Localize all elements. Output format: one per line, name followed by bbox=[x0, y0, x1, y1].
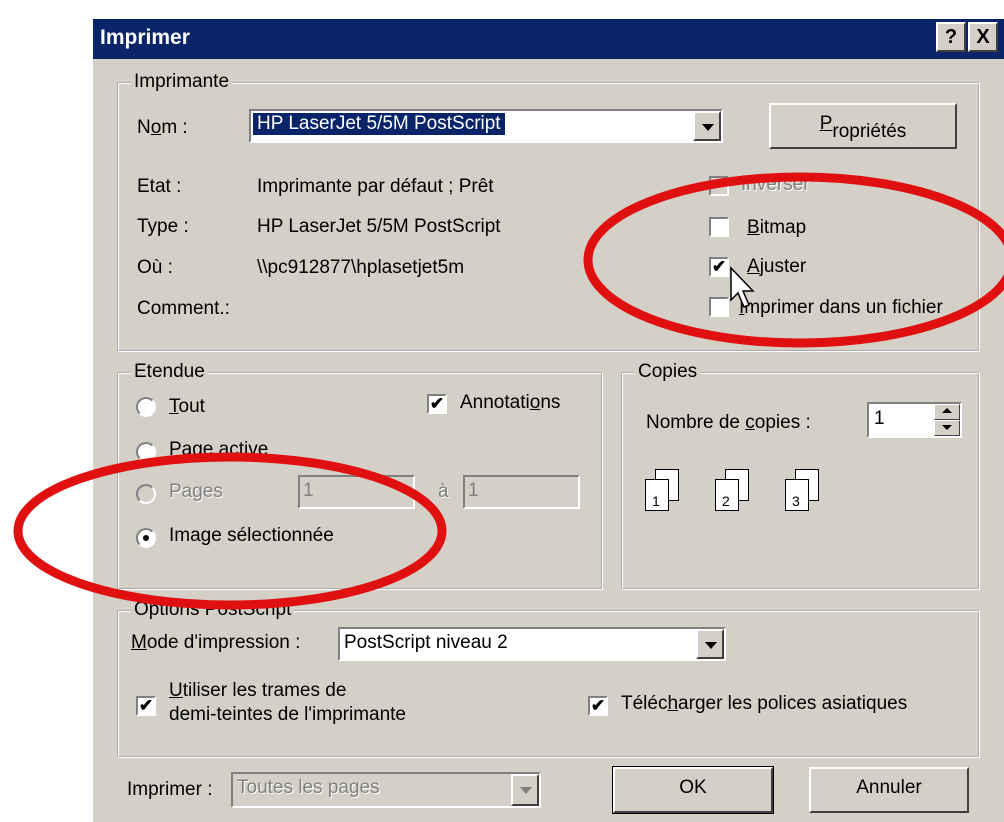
download-fonts-label[interactable]: Télécharger les polices asiatiques bbox=[621, 693, 907, 715]
printer-group-label: Imprimante bbox=[131, 71, 233, 93]
dialog-title: Imprimer bbox=[100, 26, 190, 49]
reverse-checkbox bbox=[709, 176, 729, 196]
spin-up-icon[interactable] bbox=[934, 404, 960, 420]
collate-pages-icon: 1 1 2 2 3 3 bbox=[645, 459, 865, 539]
range-active-page-radio[interactable] bbox=[136, 442, 156, 462]
annotations-checkbox[interactable]: ✔ bbox=[427, 394, 447, 414]
print-mode-label: Mode d'impression : bbox=[131, 632, 301, 653]
state-label: Etat : bbox=[137, 176, 182, 197]
range-pages-radio bbox=[136, 484, 156, 504]
print-mode-select[interactable]: PostScript niveau 2 bbox=[338, 627, 726, 661]
copies-count-label: Nombre de copies : bbox=[646, 412, 811, 433]
properties-button[interactable]: Propriétés bbox=[769, 103, 957, 149]
fit-checkbox[interactable]: ✔ bbox=[709, 257, 729, 277]
bitmap-checkbox[interactable] bbox=[709, 217, 729, 237]
print-pages-value: Toutes les pages bbox=[237, 777, 380, 798]
type-value: HP LaserJet 5/5M PostScript bbox=[257, 216, 501, 237]
annotations-label[interactable]: Annotations bbox=[460, 392, 560, 414]
range-group-label: Etendue bbox=[131, 361, 208, 383]
copies-count-value: 1 bbox=[874, 408, 885, 429]
spin-down-icon[interactable] bbox=[934, 420, 960, 436]
bitmap-label[interactable]: Bitmap bbox=[747, 217, 806, 239]
print-to-file-checkbox[interactable] bbox=[709, 297, 729, 317]
print-pages-select: Toutes les pages bbox=[231, 772, 541, 808]
download-fonts-checkbox[interactable]: ✔ bbox=[588, 696, 608, 716]
title-bar: Imprimer ? X bbox=[93, 19, 1004, 59]
fit-label[interactable]: Ajuster bbox=[747, 256, 806, 278]
printer-name-value: HP LaserJet 5/5M PostScript bbox=[253, 113, 505, 135]
state-value: Imprimante par défaut ; Prêt bbox=[257, 176, 494, 197]
copies-group-label: Copies bbox=[635, 361, 701, 383]
pages-to-label: à bbox=[438, 481, 449, 502]
print-dialog: Imprimer ? X Imprimante Nom : HP LaserJe… bbox=[93, 19, 1004, 822]
print-pages-label: Imprimer : bbox=[127, 779, 213, 800]
type-label: Type : bbox=[137, 216, 189, 237]
halftone-label[interactable]: Utiliser les trames de demi-teintes de l'… bbox=[169, 679, 406, 727]
chevron-down-icon[interactable] bbox=[696, 629, 724, 659]
reverse-label: Inverser bbox=[741, 174, 810, 195]
range-selected-image-radio[interactable] bbox=[136, 528, 156, 548]
print-mode-value: PostScript niveau 2 bbox=[344, 632, 508, 653]
print-to-file-label[interactable]: Imprimer dans un fichier bbox=[739, 297, 943, 319]
chevron-down-icon bbox=[511, 774, 539, 806]
comment-label: Comment.: bbox=[137, 298, 230, 319]
copies-count-spinner[interactable]: 1 bbox=[867, 402, 962, 438]
pages-from-field: 1 bbox=[298, 475, 415, 509]
halftone-checkbox[interactable]: ✔ bbox=[136, 696, 156, 716]
close-button[interactable]: X bbox=[968, 22, 998, 52]
where-label: Où : bbox=[137, 257, 173, 278]
range-pages-label: Pages bbox=[169, 481, 223, 502]
where-value: \\pc912877\hplasetjet5m bbox=[257, 257, 465, 278]
range-all-label[interactable]: Tout bbox=[169, 396, 205, 418]
range-active-page-label[interactable]: Page active bbox=[169, 439, 268, 461]
pages-to-field: 1 bbox=[463, 475, 580, 509]
chevron-down-icon[interactable] bbox=[693, 111, 721, 141]
printer-name-select[interactable]: HP LaserJet 5/5M PostScript bbox=[249, 109, 723, 143]
help-button[interactable]: ? bbox=[936, 22, 966, 52]
postscript-group-label: Options PostScript bbox=[131, 599, 295, 621]
ok-button[interactable]: OK bbox=[612, 766, 774, 814]
range-selected-image-label[interactable]: Image sélectionnée bbox=[169, 525, 334, 547]
cancel-button[interactable]: Annuler bbox=[809, 767, 969, 813]
printer-name-label: Nom : bbox=[137, 117, 188, 138]
range-all-radio[interactable] bbox=[136, 397, 156, 417]
spinner-buttons[interactable] bbox=[934, 404, 960, 436]
